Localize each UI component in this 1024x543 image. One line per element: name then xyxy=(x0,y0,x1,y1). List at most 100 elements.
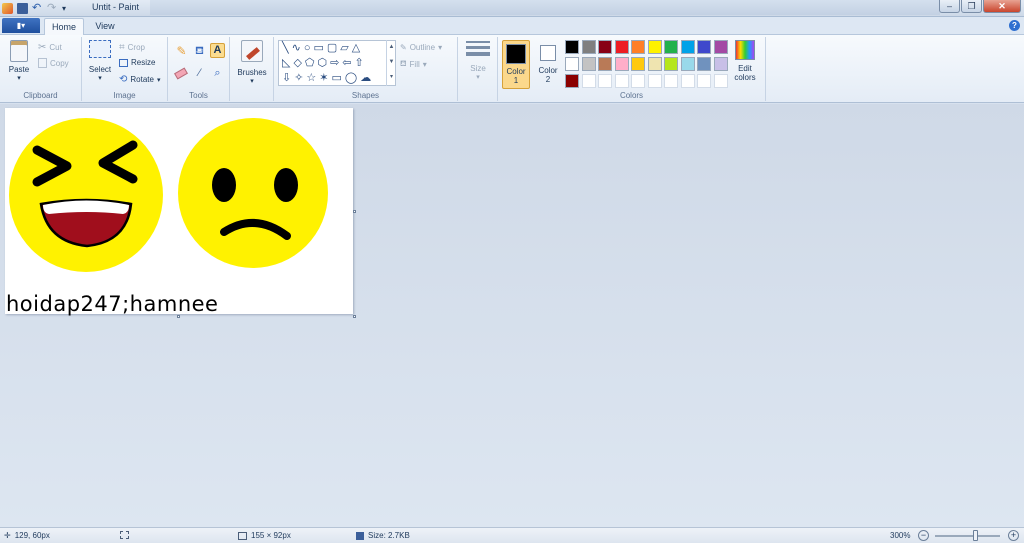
colors-group: Color 1 Color 2 Edit colors Colors xyxy=(498,37,766,101)
zoom-out-icon[interactable]: − xyxy=(918,530,929,541)
palette-swatch[interactable] xyxy=(664,57,678,71)
eraser-icon[interactable] xyxy=(174,66,189,81)
resize-handle-corner[interactable] xyxy=(353,315,356,318)
brushes-button[interactable]: Brushes ▾ xyxy=(233,40,271,85)
palette-swatch[interactable] xyxy=(581,40,596,54)
palette-swatch[interactable] xyxy=(614,40,629,54)
palette-swatch[interactable] xyxy=(598,74,612,88)
paste-label: Paste xyxy=(8,65,30,74)
canvas-drawing xyxy=(9,118,328,272)
paint-app-icon[interactable] xyxy=(2,2,13,14)
palette-swatch[interactable] xyxy=(647,40,662,54)
resize-handle-bottom[interactable] xyxy=(177,315,180,318)
quick-access-toolbar: ↶ ↷ ▾ xyxy=(0,1,73,15)
canvas-text: hoidap247;hamnee xyxy=(6,292,219,316)
fill-icon: ⛾ xyxy=(400,59,407,68)
zoom-in-icon[interactable]: + xyxy=(1008,530,1019,541)
cursor-position-text: 129, 60px xyxy=(14,531,50,540)
shapes-scroll[interactable]: ▲ ▼ ▾ xyxy=(386,40,396,86)
palette-swatch[interactable] xyxy=(631,74,645,88)
customize-qat-icon[interactable]: ▾ xyxy=(62,3,73,14)
palette-swatch[interactable] xyxy=(565,40,579,54)
maximize-button[interactable]: ❐ xyxy=(961,0,982,13)
palette-swatch[interactable] xyxy=(598,40,612,54)
palette-swatch[interactable] xyxy=(664,74,678,88)
palette-swatch[interactable] xyxy=(680,57,695,71)
color1-button[interactable]: Color 1 xyxy=(502,40,530,89)
fill-button[interactable]: ⛾ Fill ▾ xyxy=(400,59,427,69)
text-tool-icon[interactable]: A xyxy=(210,43,225,58)
palette-swatch[interactable] xyxy=(647,74,662,88)
redo-icon[interactable]: ↷ xyxy=(47,2,58,14)
zoom-level-text: 300% xyxy=(890,531,911,540)
magnifier-icon[interactable]: ⌕ xyxy=(210,66,225,81)
edit-colors-button[interactable]: Edit colors xyxy=(730,40,760,82)
palette-swatch[interactable] xyxy=(647,57,662,71)
palette-swatch[interactable] xyxy=(565,57,579,71)
palette-swatch[interactable] xyxy=(680,74,695,88)
cut-button[interactable]: ✂ Cut xyxy=(38,42,62,53)
drawing-canvas[interactable]: hoidap247;hamnee xyxy=(5,108,353,316)
undo-icon[interactable]: ↶ xyxy=(32,2,43,14)
resize-label: Resize xyxy=(131,58,156,67)
color2-button[interactable]: Color 2 xyxy=(534,40,562,89)
palette-swatch[interactable] xyxy=(713,40,728,54)
palette-swatch[interactable] xyxy=(598,57,612,71)
palette-swatch[interactable] xyxy=(713,74,728,88)
canvas-workspace[interactable]: hoidap247;hamnee xyxy=(0,104,1024,527)
tab-home[interactable]: Home xyxy=(44,18,84,35)
title-bar: ↶ ↷ ▾ Untit - Paint – ❐ ✕ xyxy=(0,0,1024,17)
palette-swatch[interactable] xyxy=(697,74,711,88)
pencil-icon[interactable]: ✎ xyxy=(174,44,189,59)
color-picker-icon[interactable]: ⁄ xyxy=(192,66,207,81)
brushes-label: Brushes xyxy=(237,68,267,77)
palette-swatch[interactable] xyxy=(614,74,629,88)
outline-label: Outline xyxy=(409,43,436,52)
save-icon[interactable] xyxy=(17,2,28,14)
copy-button[interactable]: Copy xyxy=(38,58,69,68)
zoom-slider-thumb[interactable] xyxy=(973,530,978,541)
palette-swatch[interactable] xyxy=(680,40,695,54)
paste-button[interactable]: Paste ▾ xyxy=(4,40,34,82)
palette-swatch[interactable] xyxy=(581,57,596,71)
size-button[interactable]: Size ▾ xyxy=(462,41,494,81)
color2-label: Color xyxy=(538,66,558,75)
palette-swatch[interactable] xyxy=(614,57,629,71)
palette-swatch[interactable] xyxy=(631,57,645,71)
laughing-face-emoji xyxy=(9,118,163,272)
select-button[interactable]: Select ▾ xyxy=(85,40,115,82)
shapes-gallery[interactable]: ╲∿○▭▢▱△ ◺◇⬠⬡⇨⇦⇧ ⇩✧☆✶▭◯☁ xyxy=(278,40,396,86)
crop-icon: ⌗ xyxy=(119,42,125,53)
line-width-icon xyxy=(466,41,490,56)
outline-button[interactable]: ✎ Outline ▾ xyxy=(400,43,442,52)
tab-view[interactable]: View xyxy=(88,18,122,35)
palette-swatch[interactable] xyxy=(565,74,579,88)
clipboard-group-label: Clipboard xyxy=(23,91,58,100)
crop-button[interactable]: ⌗ Crop xyxy=(119,42,145,53)
background-window-strip xyxy=(150,0,940,15)
fill-bucket-icon[interactable]: ⛾ xyxy=(192,44,207,59)
file-menu-button[interactable]: ▮▾ xyxy=(2,18,40,33)
palette-swatch[interactable] xyxy=(697,40,711,54)
resize-icon xyxy=(119,58,128,67)
rotate-button[interactable]: ⟲ Rotate ▾ xyxy=(119,74,160,85)
palette-swatch[interactable] xyxy=(664,40,678,54)
help-icon[interactable]: ? xyxy=(1009,20,1020,31)
resize-handle-right[interactable] xyxy=(353,210,356,213)
palette-swatch[interactable] xyxy=(697,57,711,71)
palette-swatch[interactable] xyxy=(631,40,645,54)
palette-swatch[interactable] xyxy=(713,57,728,71)
zoom-slider[interactable] xyxy=(935,535,1000,537)
color2-number: 2 xyxy=(545,75,551,84)
close-button[interactable]: ✕ xyxy=(983,0,1021,13)
zoom-level: 300% xyxy=(890,531,910,540)
copy-icon xyxy=(38,58,47,68)
colors-group-label: Colors xyxy=(619,91,644,100)
color1-label: Color xyxy=(506,67,526,76)
select-label: Select xyxy=(88,65,112,74)
resize-button[interactable]: Resize xyxy=(119,58,155,67)
minimize-button[interactable]: – xyxy=(939,0,960,13)
palette-swatch[interactable] xyxy=(581,74,596,88)
crosshair-icon: ✛ xyxy=(4,531,11,540)
edit-colors-icon xyxy=(735,40,755,60)
